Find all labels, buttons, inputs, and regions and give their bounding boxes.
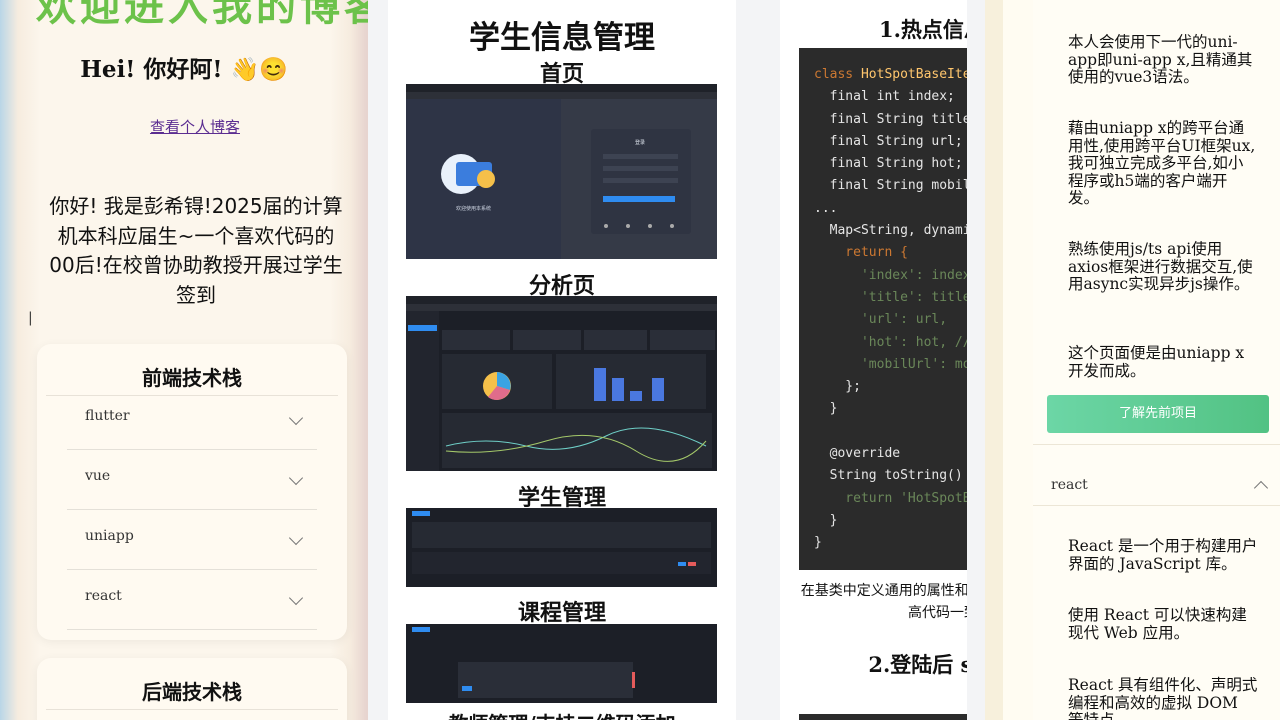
code-line: ... <box>814 200 838 216</box>
code-line: 'hot': hot, // <box>814 334 969 350</box>
react-paragraph: React 具有组件化、声明式编程和高效的虚拟 DOM 等特点。 <box>1068 676 1258 720</box>
chevron-down-icon <box>288 530 304 546</box>
gutter <box>967 0 985 720</box>
code-line: HotSpotBaseItem <box>860 67 969 82</box>
chevron-down-icon <box>288 470 304 486</box>
detail-column: 本人会使用下一代的uni-app即uni-app x,且精通其使用的vue3语法… <box>985 0 1280 720</box>
hotspot-description: 在基类中定义通用的属性和方法，子类中添加特定的属性,提高代码一致性、扩展性和 <box>800 583 985 621</box>
section-courses: 课程管理 <box>517 601 606 626</box>
code-line: final String title; <box>814 111 969 127</box>
home-screenshot: 欢迎使用本系统 登录 <box>406 84 717 259</box>
view-blog-link[interactable]: 查看个人博客 <box>0 116 368 137</box>
code-line: return 'HotSpotBa <box>814 490 969 506</box>
code-line: @override <box>814 446 901 462</box>
backend-stack-title: 后端技术栈 <box>142 680 242 704</box>
profile-column: 欢迎进入我的博客 Hei! 你好阿! 👋😊 查看个人博客 你好! 我是彭希锝!2… <box>0 0 368 720</box>
code-line: Map<String, dynamic> <box>814 223 969 239</box>
accordion-label: react <box>1051 477 1088 493</box>
uniapp-paragraph: 这个页面便是由uniapp x开发而成。 <box>1068 344 1245 380</box>
analytics-screenshot <box>406 296 717 471</box>
courses-screenshot <box>406 624 717 703</box>
section-teachers: 教师管理/支持二维码添加 <box>368 708 756 720</box>
code-line: 'index': index, <box>814 267 969 283</box>
frontend-stack-title: 前端技术栈 <box>142 366 242 390</box>
code-line: } <box>814 401 838 417</box>
accordion-label: uniapp <box>85 528 134 544</box>
students-screenshot <box>406 508 717 587</box>
welcome-text: 欢迎使用本系统 <box>456 205 491 212</box>
login-card-title: 登录 <box>635 139 645 146</box>
code-line: }; <box>814 379 861 395</box>
code-line: 'mobilUrl': mobil <box>860 356 969 372</box>
accordion-react-expanded[interactable]: react <box>1033 444 1280 506</box>
session-section-title: 2.登陆后 session状态持久化 <box>868 652 985 677</box>
gutter <box>760 0 780 720</box>
uniapp-paragraph: 本人会使用下一代的uni-app即uni-app x,且精通其使用的vue3语法… <box>1068 33 1253 86</box>
chevron-down-icon <box>288 410 304 426</box>
gutter <box>1003 0 1033 720</box>
text-cursor: | <box>28 310 33 326</box>
accordion-flutter[interactable]: flutter <box>67 390 317 450</box>
chevron-up-icon <box>1253 480 1269 496</box>
accordion-uniapp[interactable]: uniapp <box>67 510 317 570</box>
code-line: final String url; <box>814 133 963 149</box>
gutter <box>985 0 1003 720</box>
project-column: 学生信息管理 首页 欢迎使用本系统 登录 分析页 学生管理 课程管理 <box>368 0 760 720</box>
code-line: } <box>814 512 838 528</box>
code-line: String toString() { <box>814 468 969 484</box>
backend-stack-card: 后端技术栈 <box>37 658 347 720</box>
accordion-label: flutter <box>85 408 130 424</box>
hero-title: 欢迎进入我的博客 <box>36 0 368 30</box>
code-block: class HotSpotBaseItem final int index; f… <box>799 48 969 570</box>
project-title: 学生信息管理 <box>469 20 655 56</box>
uniapp-paragraph: 藉由uniapp x的跨平台通用性,使用跨平台UI框架ux,我可独立完成多平台,… <box>1068 119 1256 207</box>
code-line: 'url': url, <box>814 312 948 328</box>
code-line: 'title': title, <box>814 289 969 305</box>
react-paragraph: React 是一个用于构建用户界面的 JavaScript 库。 <box>1068 537 1258 573</box>
accordion-label: vue <box>85 468 111 484</box>
hotspot-column: 1.热点信息 class HotSpotBaseItem final int i… <box>760 0 985 720</box>
frontend-stack-card: 前端技术栈 flutter vue uniapp react <box>37 344 347 640</box>
code-block-bottom <box>799 714 969 720</box>
divider <box>46 709 338 710</box>
code-line: } <box>814 535 822 551</box>
chevron-down-icon <box>288 590 304 606</box>
previous-projects-button[interactable]: 了解先前项目 <box>1047 395 1269 433</box>
accordion-label: react <box>85 588 122 604</box>
uniapp-paragraph: 熟练使用js/ts api使用axios框架进行数据交互,使用async实现异步… <box>1068 240 1253 293</box>
react-paragraph: 使用 React 可以快速构建现代 Web 应用。 <box>1068 606 1247 642</box>
accordion-vue[interactable]: vue <box>67 450 317 510</box>
accordion-react[interactable]: react <box>67 570 317 630</box>
intro-text: 你好! 我是彭希锝!2025届的计算机本科应届生~一个喜欢代码的00后!在校曾协… <box>49 194 343 307</box>
greeting-heading: Hei! 你好阿! 👋😊 <box>80 56 288 83</box>
code-line: final String mobilUrl <box>829 178 969 194</box>
code-line: return { <box>814 245 908 261</box>
code-line: final String hot; // <box>814 156 969 172</box>
code-line: final int index; <box>814 89 955 105</box>
